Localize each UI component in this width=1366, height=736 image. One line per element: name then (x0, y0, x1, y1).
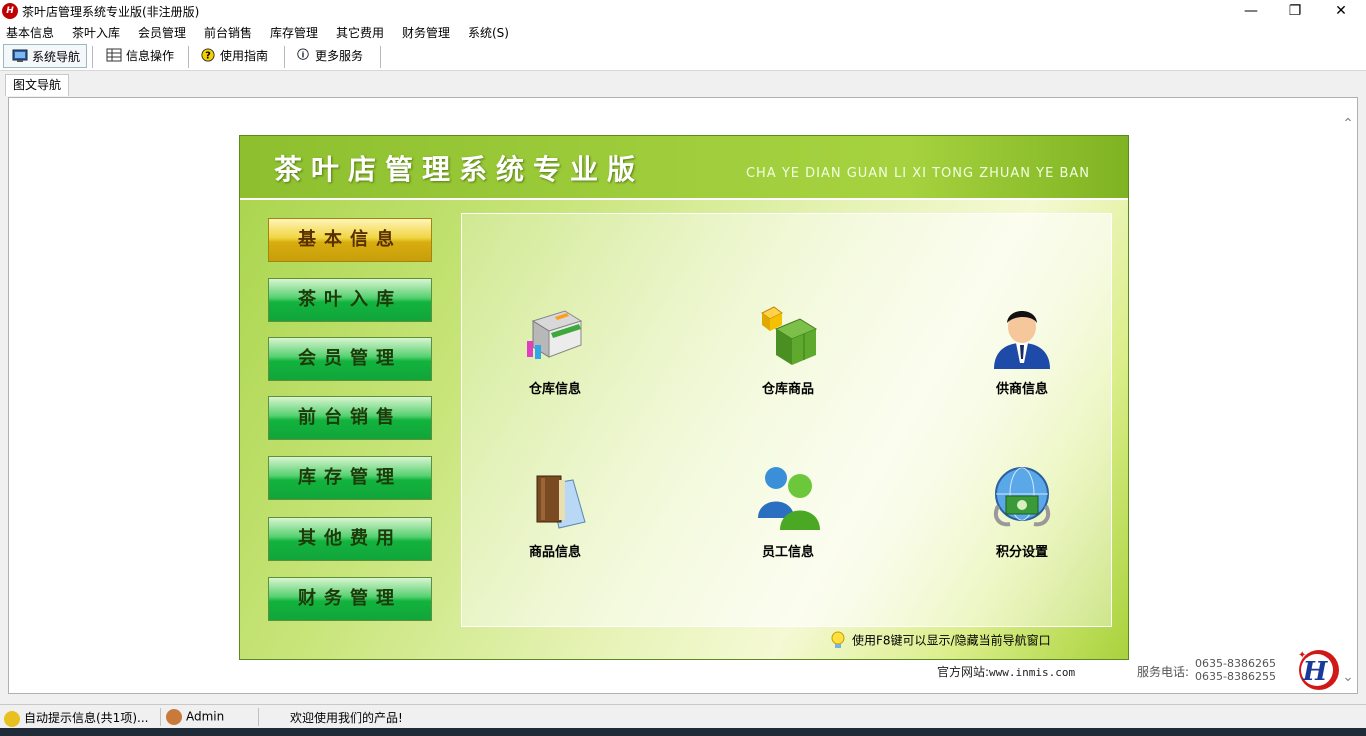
help-icon: ? (201, 48, 215, 62)
item-warehouse-goods[interactable]: 仓库商品 (728, 299, 848, 397)
toolbar-divider (92, 46, 93, 68)
toolbar-system-nav-button[interactable]: 系统导航 (3, 44, 87, 68)
item-goods-info[interactable]: 商品信息 (495, 462, 615, 560)
toolbar-guide-label: 使用指南 (220, 49, 269, 63)
function-grid: 仓库信息 仓库商品 供商信息 商品信息 员工信息 积分设置 (461, 213, 1112, 627)
menu-inventory[interactable]: 库存管理 (270, 24, 318, 41)
toolbar: 系统导航 信息操作 ? 使用指南 i 更多服务 (0, 42, 1366, 71)
svg-text:H: H (1302, 657, 1329, 687)
item-supplier-info-label: 供商信息 (995, 382, 1048, 397)
navigation-panel: 茶叶店管理系统专业版 CHA YE DIAN GUAN LI XI TONG Z… (239, 135, 1129, 660)
globe-money-icon (993, 467, 1051, 527)
service-phone-1: 0635-8386265 (1195, 657, 1276, 670)
service-phone-label: 服务电话: (1137, 665, 1190, 679)
tab-strip: 图文导航 (0, 74, 1366, 96)
nav-basic-info-button[interactable]: 基本信息 (268, 218, 432, 262)
menu-tea-stock-in[interactable]: 茶叶入库 (72, 24, 120, 41)
users-icon (758, 467, 820, 530)
app-logo-icon: H (2, 3, 18, 19)
status-divider (160, 708, 161, 726)
f8-tip: 使用F8键可以显示/隐藏当前导航窗口 (830, 631, 1051, 651)
item-points-settings[interactable]: 积分设置 (962, 462, 1082, 560)
panel-banner: 茶叶店管理系统专业版 CHA YE DIAN GUAN LI XI TONG Z… (240, 136, 1128, 200)
toolbar-more-services-button[interactable]: i 更多服务 (287, 44, 377, 68)
status-user: Admin (166, 709, 224, 725)
minimize-button[interactable]: — (1228, 0, 1274, 22)
lightbulb-icon (831, 631, 845, 648)
boxes-icon (761, 306, 818, 365)
person-icon (994, 311, 1050, 369)
status-notice-text: 自动提示信息(共1项)... (24, 711, 149, 725)
menu-basic-info[interactable]: 基本信息 (6, 24, 54, 41)
item-staff-info[interactable]: 员工信息 (728, 462, 848, 560)
menu-bar: 基本信息 茶叶入库 会员管理 前台销售 库存管理 其它费用 财务管理 系统(S) (0, 22, 1366, 42)
nav-finance-button[interactable]: 财务管理 (268, 577, 432, 621)
grid-icon (106, 48, 122, 62)
panel-subtitle: CHA YE DIAN GUAN LI XI TONG ZHUAN YE BAN (745, 166, 1090, 181)
menu-other-fees[interactable]: 其它费用 (336, 24, 384, 41)
svg-text:?: ? (205, 51, 211, 62)
item-goods-info-label: 商品信息 (528, 545, 581, 560)
monitor-icon (12, 49, 28, 62)
nav-inventory-button[interactable]: 库存管理 (268, 456, 432, 500)
scroll-up-icon[interactable]: ⌃ (1341, 116, 1355, 132)
toolbar-divider (188, 46, 189, 68)
maximize-button[interactable]: ❐ (1272, 0, 1318, 22)
panel-title: 茶叶店管理系统专业版 (274, 153, 645, 186)
notice-icon (4, 710, 20, 727)
svg-text:✦: ✦ (1298, 650, 1306, 661)
os-taskbar (0, 728, 1366, 736)
f8-tip-text: 使用F8键可以显示/隐藏当前导航窗口 (852, 633, 1051, 648)
company-logo-icon: H ✦ (1298, 650, 1339, 690)
item-warehouse-info[interactable]: 仓库信息 (495, 299, 615, 397)
item-warehouse-goods-label: 仓库商品 (761, 382, 814, 397)
content-area: ⌃ ⌄ 茶叶店管理系统专业版 CHA YE DIAN GUAN LI XI TO… (8, 97, 1358, 694)
service-phone-2: 0635-8386255 (1195, 670, 1276, 683)
menu-finance[interactable]: 财务管理 (402, 24, 450, 41)
toolbar-system-nav-label: 系统导航 (32, 50, 81, 64)
toolbar-info-ops-label: 信息操作 (126, 49, 175, 63)
item-warehouse-info-label: 仓库信息 (528, 382, 581, 397)
user-avatar-icon (166, 709, 182, 725)
toolbar-info-ops-button[interactable]: 信息操作 (98, 44, 184, 68)
official-website-label: 官方网站: (937, 665, 990, 679)
nav-other-fees-button[interactable]: 其他费用 (268, 517, 432, 561)
nav-member-button[interactable]: 会员管理 (268, 337, 432, 381)
close-button[interactable]: ✕ (1318, 0, 1364, 22)
status-welcome: 欢迎使用我们的产品! (290, 711, 403, 725)
title-bar: H 茶叶店管理系统专业版(非注册版) — ❐ ✕ (0, 0, 1366, 22)
toolbar-divider (284, 46, 285, 68)
menu-system[interactable]: 系统(S) (468, 24, 509, 41)
toolbar-divider (380, 46, 381, 68)
status-divider (258, 708, 259, 726)
window-title: 茶叶店管理系统专业版(非注册版) (22, 5, 200, 19)
toolbar-more-services-label: 更多服务 (315, 49, 364, 63)
menu-member[interactable]: 会员管理 (138, 24, 186, 41)
svg-text:i: i (302, 51, 305, 60)
official-website: 官方网站:www.inmis.com (937, 663, 1075, 680)
nav-front-sales-button[interactable]: 前台销售 (268, 396, 432, 440)
scroll-down-icon[interactable]: ⌄ (1341, 669, 1355, 685)
books-icon (536, 475, 586, 529)
service-phones: 0635-8386265 0635-8386255 (1195, 657, 1276, 683)
item-points-settings-label: 积分设置 (995, 545, 1048, 560)
menu-front-sales[interactable]: 前台销售 (204, 24, 252, 41)
info-icon: i (297, 48, 309, 60)
status-user-text: Admin (186, 709, 225, 724)
tab-graphic-nav[interactable]: 图文导航 (5, 74, 69, 96)
official-website-url[interactable]: www.inmis.com (989, 666, 1075, 679)
item-supplier-info[interactable]: 供商信息 (962, 299, 1082, 397)
item-staff-info-label: 员工信息 (761, 545, 814, 560)
status-bar: 自动提示信息(共1项)... Admin 欢迎使用我们的产品! (0, 704, 1366, 729)
toolbar-guide-button[interactable]: ? 使用指南 (192, 44, 282, 68)
warehouse-store-icon (527, 310, 583, 359)
status-notice[interactable]: 自动提示信息(共1项)... (4, 709, 148, 727)
nav-tea-stock-in-button[interactable]: 茶叶入库 (268, 278, 432, 322)
